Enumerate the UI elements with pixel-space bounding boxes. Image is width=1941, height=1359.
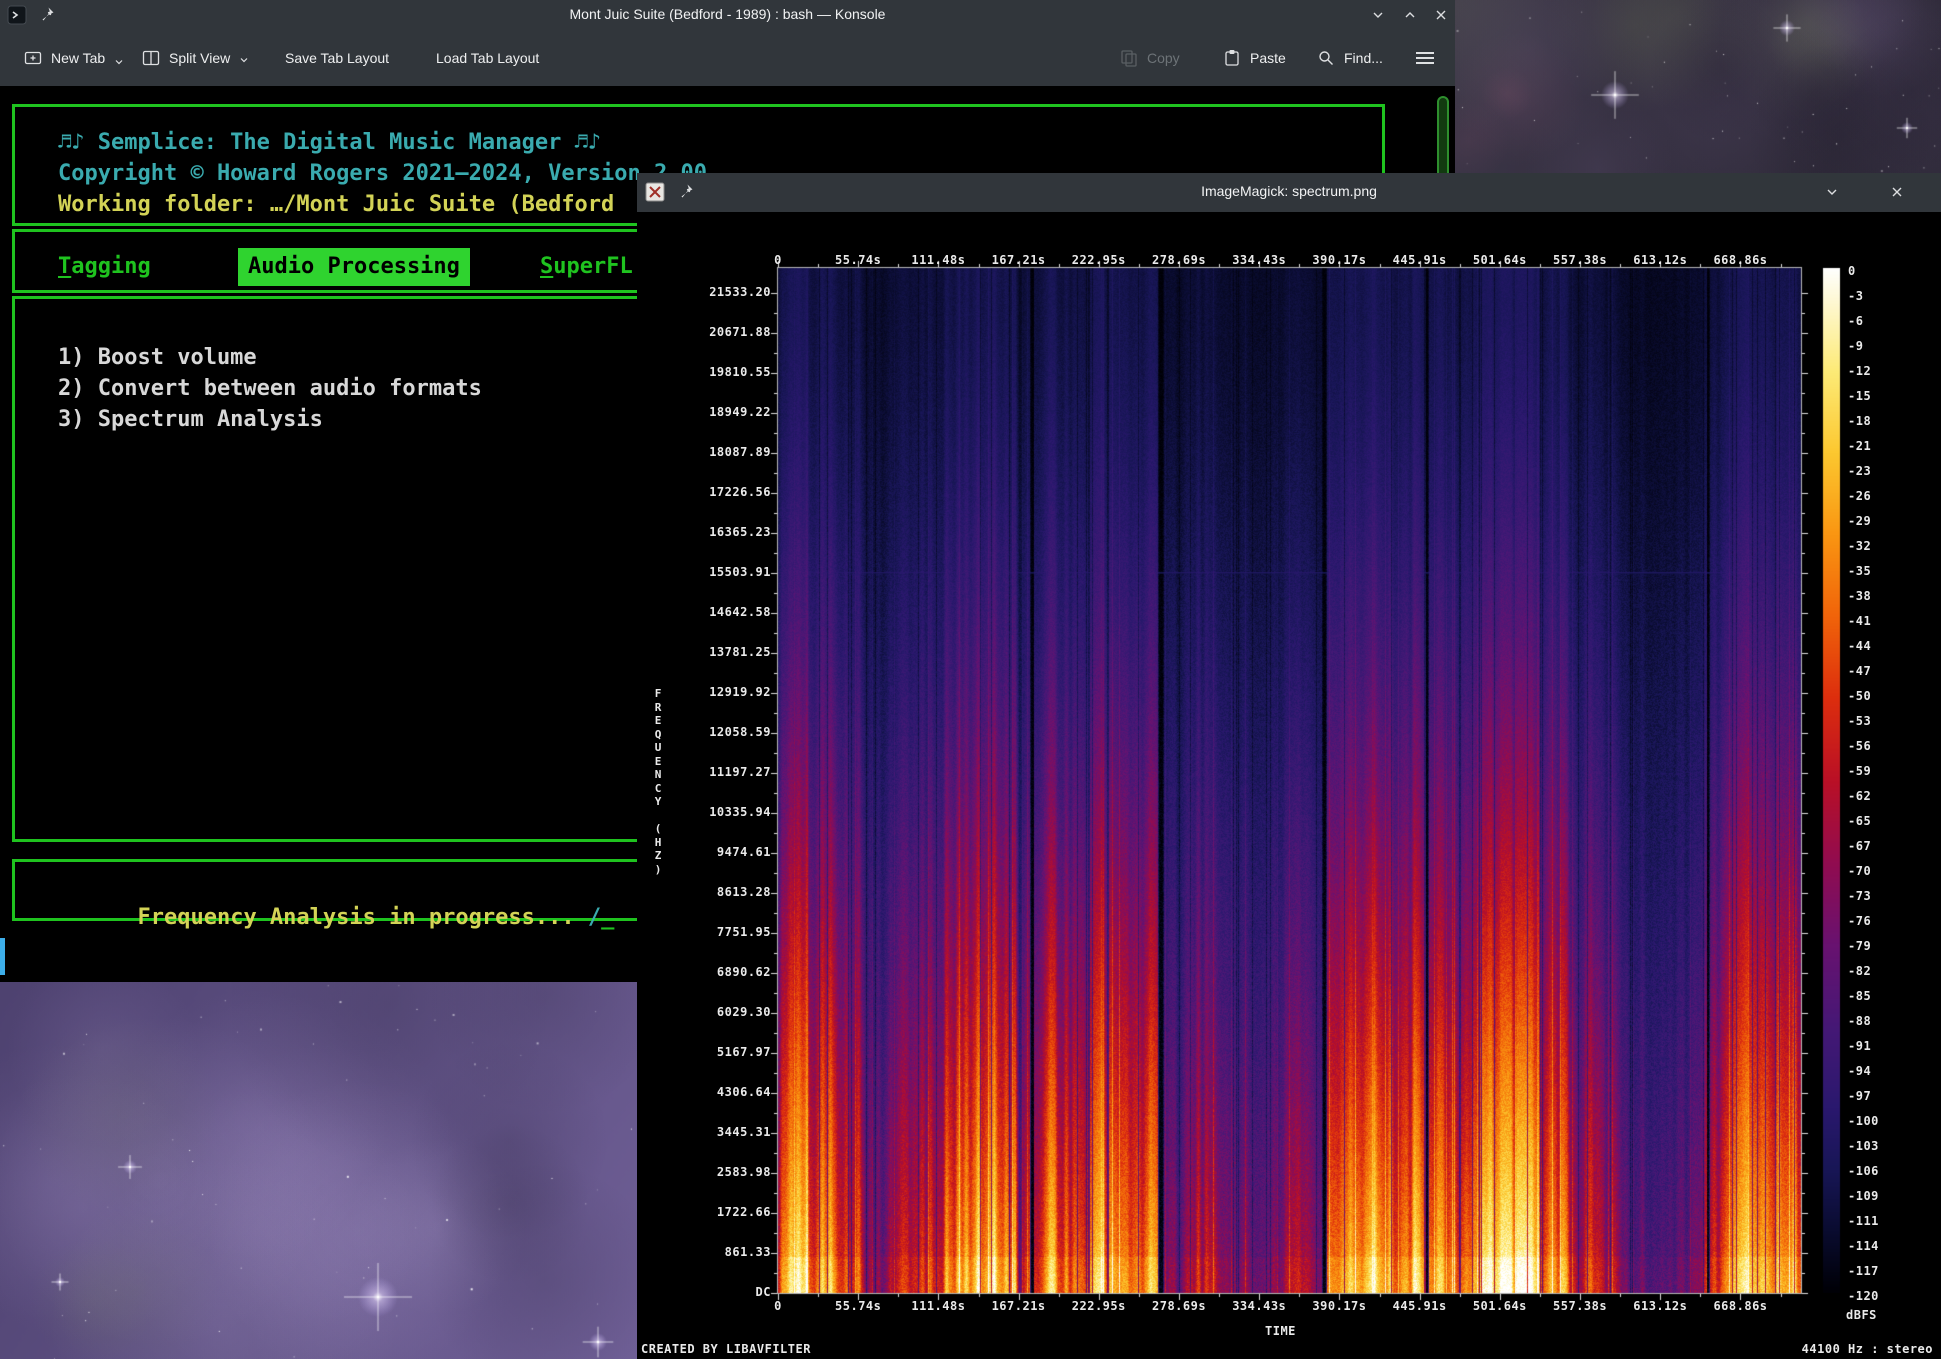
minimize-icon[interactable] xyxy=(1822,182,1842,202)
maximize-icon[interactable] xyxy=(1400,5,1420,25)
konsole-toolbar: New Tab Split View Save Tab Layout Load … xyxy=(0,30,1455,87)
tab-audio-processing[interactable]: Audio Processing xyxy=(238,248,470,286)
working-folder: Working folder: …/Mont Juic Suite (Bedfo… xyxy=(58,192,614,218)
activity-indicator xyxy=(0,938,5,975)
minimize-icon[interactable] xyxy=(1368,5,1388,25)
hamburger-icon xyxy=(1415,49,1435,67)
tab-tagging[interactable]: Tagging xyxy=(58,254,151,280)
tab-superfl[interactable]: SuperFL xyxy=(540,254,633,280)
chevron-down-icon xyxy=(239,55,249,65)
menu-item-convert-formats[interactable]: 2) Convert between audio formats xyxy=(58,376,482,402)
split-view-button[interactable]: Split View xyxy=(142,30,249,86)
spectrogram-canvas xyxy=(637,212,1941,1359)
load-tab-layout-button[interactable]: Load Tab Layout xyxy=(436,30,539,86)
hamburger-menu-button[interactable] xyxy=(1415,30,1435,86)
status-spinner: / xyxy=(588,905,601,930)
banner-title: ♬♪ Semplice: The Digital Music Manager ♬… xyxy=(58,130,601,156)
konsole-titlebar[interactable]: Mont Juic Suite (Bedford - 1989) : bash … xyxy=(0,0,1455,31)
imagemagick-window-title: ImageMagick: spectrum.png xyxy=(637,183,1941,199)
menu-item-boost-volume[interactable]: 1) Boost volume xyxy=(58,345,257,371)
split-view-icon xyxy=(142,49,160,67)
copy-icon xyxy=(1120,49,1138,67)
save-tab-layout-button[interactable]: Save Tab Layout xyxy=(285,30,389,86)
new-tab-button[interactable]: New Tab xyxy=(24,30,124,86)
spectrum-image: FREQUENCY (HZ) TIME dBFS CREATED BY LIBA… xyxy=(637,212,1941,1359)
paste-button[interactable]: Paste xyxy=(1223,30,1286,86)
search-icon xyxy=(1317,49,1335,67)
chevron-down-icon xyxy=(114,57,124,67)
imagemagick-window: ImageMagick: spectrum.png FREQUENCY (HZ)… xyxy=(637,173,1941,1359)
menu-item-spectrum[interactable]: 3) Spectrum Analysis xyxy=(58,407,323,433)
find-button[interactable]: Find... xyxy=(1317,30,1383,86)
wallpaper-nebula-top-right xyxy=(1455,0,1941,173)
status-line: Frequency Analysis in progress... /_ xyxy=(58,879,614,957)
status-text: Frequency Analysis in progress... xyxy=(137,905,587,930)
konsole-window-title: Mont Juic Suite (Bedford - 1989) : bash … xyxy=(0,6,1455,22)
new-tab-icon xyxy=(24,49,42,67)
close-icon[interactable] xyxy=(1887,182,1907,202)
copy-button[interactable]: Copy xyxy=(1120,30,1180,86)
close-icon[interactable] xyxy=(1431,5,1451,25)
wallpaper-nebula-bottom-left xyxy=(0,982,637,1359)
imagemagick-titlebar[interactable]: ImageMagick: spectrum.png xyxy=(637,173,1941,213)
terminal-cursor: _ xyxy=(601,905,614,930)
banner-copyright: Copyright © Howard Rogers 2021–2024, Ver… xyxy=(58,161,707,187)
paste-icon xyxy=(1223,49,1241,67)
